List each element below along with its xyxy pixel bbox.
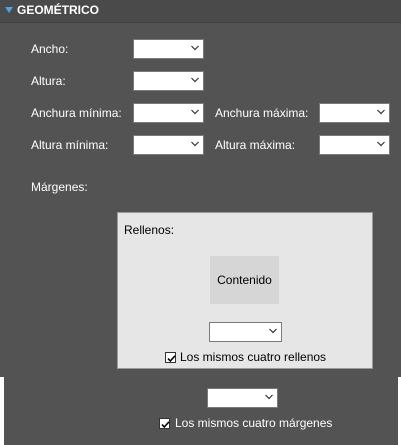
same-padding-label[interactable]: Los mismos cuatro rellenos [180, 350, 326, 364]
chevron-down-icon [191, 45, 199, 52]
section-title: GEOMÉTRICO [17, 3, 100, 17]
padding-dropdown[interactable] [209, 322, 282, 342]
chevron-down-icon [269, 328, 277, 335]
height-label: Altura: [31, 74, 66, 88]
same-margins-checkbox[interactable] [159, 418, 170, 429]
min-height-label: Altura mínima: [31, 138, 109, 152]
padding-box: Rellenos: Contenido Los mismos cuatro re… [117, 212, 373, 369]
same-margins-label[interactable]: Los mismos cuatro márgenes [175, 416, 332, 430]
width-label: Ancho: [31, 42, 69, 56]
min-height-dropdown[interactable] [133, 135, 204, 155]
chevron-down-icon [191, 109, 199, 116]
chevron-down-icon [191, 77, 199, 84]
section-header[interactable]: GEOMÉTRICO [0, 0, 401, 23]
chevron-down-icon [191, 141, 199, 148]
width-dropdown[interactable] [133, 39, 204, 59]
max-height-dropdown[interactable] [319, 135, 390, 155]
left-edge [0, 377, 4, 445]
chevron-down-icon [377, 141, 385, 148]
padding-label: Rellenos: [124, 223, 175, 237]
chevron-down-icon [265, 394, 273, 401]
same-padding-checkbox[interactable] [165, 352, 176, 363]
max-height-label: Altura máxima: [215, 138, 296, 152]
geometric-panel: GEOMÉTRICO Ancho: Altura: Anchura mínima… [0, 0, 401, 445]
max-width-label: Anchura máxima: [215, 106, 309, 120]
max-width-dropdown[interactable] [319, 103, 390, 123]
min-width-dropdown[interactable] [133, 103, 204, 123]
chevron-down-icon[interactable] [5, 7, 13, 13]
checkmark-icon [161, 421, 170, 429]
chevron-down-icon [377, 109, 385, 116]
content-box: Contenido [210, 256, 279, 304]
height-dropdown[interactable] [133, 71, 204, 91]
margins-label: Márgenes: [31, 180, 88, 194]
min-width-label: Anchura mínima: [31, 106, 122, 120]
checkmark-icon [167, 355, 176, 363]
margins-dropdown[interactable] [207, 388, 278, 408]
